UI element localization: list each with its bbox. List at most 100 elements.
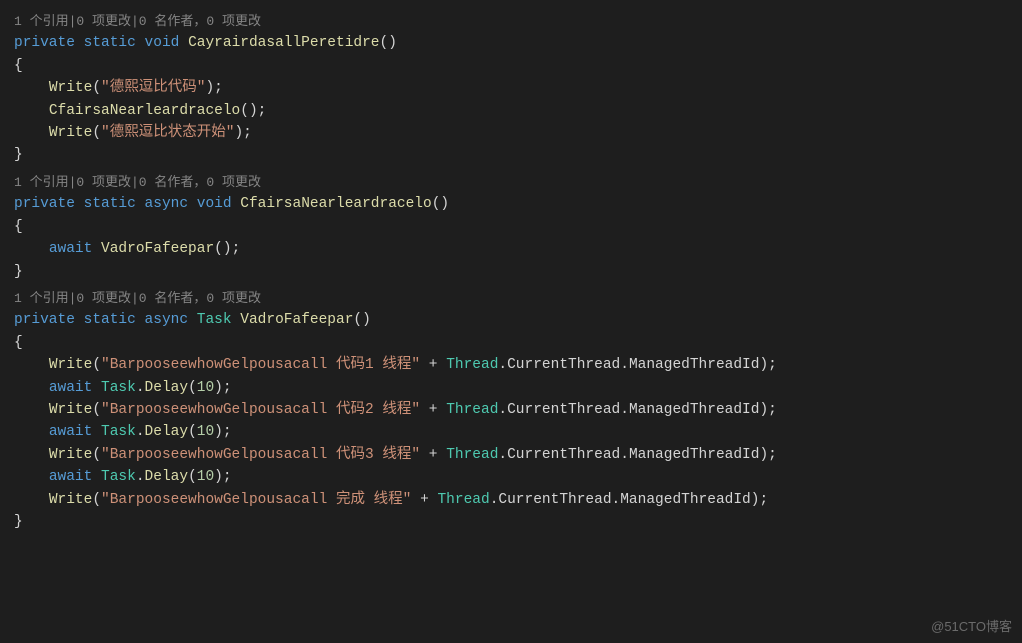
open-paren: ( [188,380,197,396]
plus-op: + [420,402,446,418]
brace-close: } [14,144,1022,166]
stmt-d3: await Task.Delay(10); [14,466,1022,488]
dot: . [498,447,507,463]
parens: () [240,103,257,119]
dot: . [620,357,629,373]
kw-void: void [145,35,180,51]
close-paren: ) [759,357,768,373]
prop-current: CurrentThread [507,402,620,418]
kw-async: async [145,196,189,212]
plus-op: + [411,492,437,508]
class-task: Task [101,469,136,485]
parens: () [353,312,370,328]
kw-void: void [197,196,232,212]
class-thread: Thread [446,357,498,373]
num-10: 10 [197,469,214,485]
stmt-d2: await Task.Delay(10); [14,421,1022,443]
close-paren: ) [234,125,243,141]
fn-write: Write [49,492,93,508]
semicolon: ; [223,424,232,440]
code-block-1: 1 个引用|0 项更改|0 名作者，0 项更改 private static v… [14,12,1022,167]
string-b3: "BarpooseewhowGelpousacall 代码3 线程" [101,447,420,463]
class-thread: Thread [437,492,489,508]
num-10: 10 [197,424,214,440]
stmt-w2: Write("BarpooseewhowGelpousacall 代码2 线程"… [14,399,1022,421]
open-paren: ( [92,402,101,418]
semicolon: ; [214,80,223,96]
prop-current: CurrentThread [498,492,611,508]
dot: . [136,469,145,485]
signature-1: private static void CayrairdasallPeretid… [14,32,1022,54]
dot: . [136,424,145,440]
stmt-write-2: Write("德熙逗比状态开始"); [14,122,1022,144]
class-thread: Thread [446,447,498,463]
dot: . [612,492,621,508]
close-paren: ) [214,380,223,396]
parens: () [380,35,397,51]
open-paren: ( [188,469,197,485]
dot: . [620,402,629,418]
watermark: @51CTO博客 [931,617,1012,637]
prop-current: CurrentThread [507,357,620,373]
string-2: "德熙逗比状态开始" [101,125,234,141]
fn-delay: Delay [145,380,189,396]
semicolon: ; [258,103,267,119]
stmt-await: await VadroFafeepar(); [14,238,1022,260]
fn-write: Write [49,80,93,96]
prop-managed: ManagedThreadId [629,402,760,418]
semicolon: ; [243,125,252,141]
open-paren: ( [188,424,197,440]
kw-private: private [14,196,75,212]
code-block-3: 1 个引用|0 项更改|0 名作者，0 项更改 private static a… [14,289,1022,534]
fn-delay: Delay [145,424,189,440]
stmt-w4: Write("BarpooseewhowGelpousacall 完成 线程" … [14,489,1022,511]
semicolon: ; [768,402,777,418]
stmt-write-1: Write("德熙逗比代码"); [14,77,1022,99]
semicolon: ; [768,447,777,463]
method-call-3: VadroFafeepar [101,241,214,257]
signature-2: private static async void CfairsaNearlea… [14,193,1022,215]
kw-await: await [49,424,93,440]
num-10: 10 [197,380,214,396]
brace-close: } [14,511,1022,533]
prop-managed: ManagedThreadId [620,492,751,508]
fn-write: Write [49,447,93,463]
close-paren: ) [759,447,768,463]
class-task: Task [101,424,136,440]
class-thread: Thread [446,402,498,418]
method-name-2: CfairsaNearleardracelo [240,196,431,212]
kw-static: static [84,312,136,328]
brace-open: { [14,55,1022,77]
kw-async: async [145,312,189,328]
kw-static: static [84,196,136,212]
parens: () [214,241,231,257]
code-block-2: 1 个引用|0 项更改|0 名作者，0 项更改 private static a… [14,173,1022,283]
kw-private: private [14,35,75,51]
codelens-1: 1 个引用|0 项更改|0 名作者，0 项更改 [14,12,1022,32]
open-paren: ( [92,447,101,463]
close-paren: ) [214,424,223,440]
semicolon: ; [223,380,232,396]
close-paren: ) [214,469,223,485]
kw-await: await [49,469,93,485]
plus-op: + [420,447,446,463]
codelens-2: 1 个引用|0 项更改|0 名作者，0 项更改 [14,173,1022,193]
semicolon: ; [759,492,768,508]
fn-write: Write [49,125,93,141]
open-paren: ( [92,125,101,141]
semicolon: ; [223,469,232,485]
kw-private: private [14,312,75,328]
dot: . [498,357,507,373]
fn-delay: Delay [145,469,189,485]
method-name-1: CayrairdasallPeretidre [188,35,379,51]
method-name-3: VadroFafeepar [240,312,353,328]
close-paren: ) [759,402,768,418]
close-paren: ) [205,80,214,96]
string-b2: "BarpooseewhowGelpousacall 代码2 线程" [101,402,420,418]
string-b4: "BarpooseewhowGelpousacall 完成 线程" [101,492,411,508]
stmt-w1: Write("BarpooseewhowGelpousacall 代码1 线程"… [14,354,1022,376]
string-1: "德熙逗比代码" [101,80,205,96]
stmt-call: CfairsaNearleardracelo(); [14,100,1022,122]
fn-write: Write [49,402,93,418]
brace-open: { [14,332,1022,354]
